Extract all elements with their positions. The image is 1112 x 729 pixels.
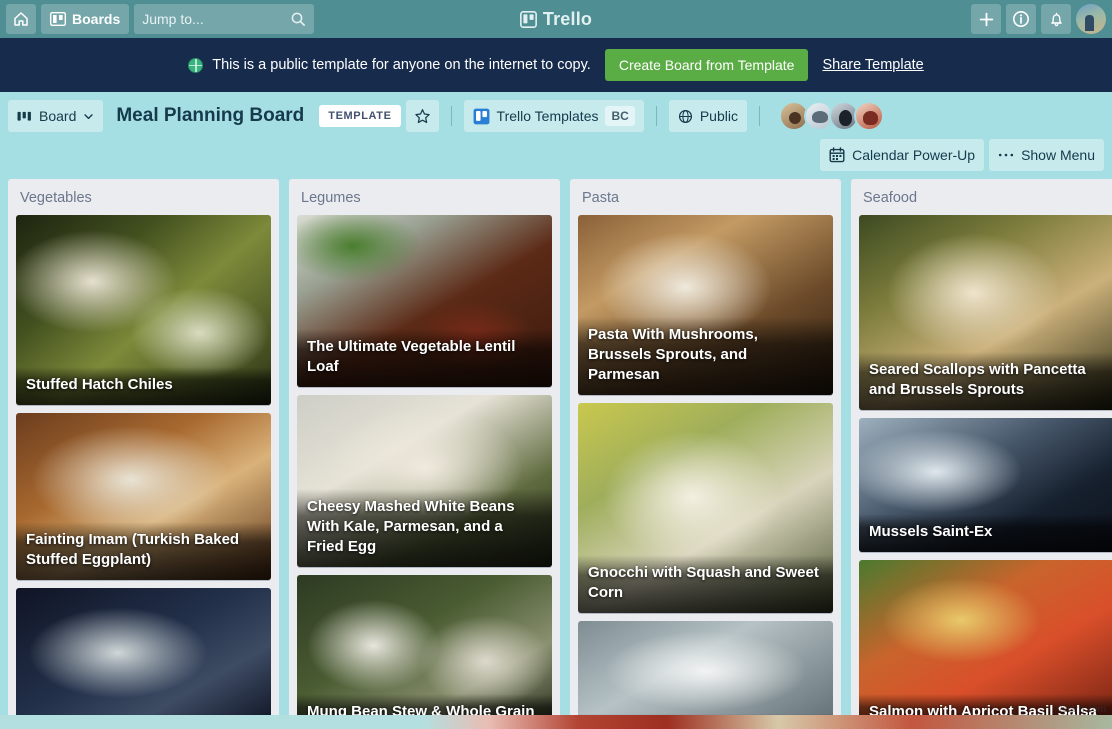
search-input[interactable]: Jump to... — [134, 4, 315, 34]
list-cards: Pasta With Mushrooms, Brussels Sprouts, … — [570, 215, 841, 729]
ellipsis-icon — [998, 153, 1014, 157]
home-icon — [14, 12, 28, 26]
board-header-row-primary: Board Meal Planning Board TEMPLATE Trell… — [8, 100, 1104, 132]
board-view-switcher[interactable]: Board — [8, 100, 104, 132]
list-cards: The Ultimate Vegetable Lentil Loaf Chees… — [289, 215, 560, 729]
page-bottom-bleed — [0, 715, 1112, 729]
card-title: Cheesy Mashed White Beans With Kale, Par… — [297, 489, 552, 567]
list-seafood[interactable]: Seafood Seared Scallops with Pancetta an… — [851, 179, 1112, 729]
card-title: Pasta With Mushrooms, Brussels Sprouts, … — [578, 317, 833, 395]
public-template-banner: This is a public template for anyone on … — [0, 38, 1112, 92]
boards-label: Boards — [72, 11, 121, 27]
board-members — [778, 101, 884, 131]
show-menu-label: Show Menu — [1021, 147, 1095, 163]
board-canvas[interactable]: Vegetables Stuffed Hatch Chiles Fainting… — [0, 171, 1112, 729]
share-template-link[interactable]: Share Template — [822, 57, 923, 73]
app-root: Boards Jump to... Trello This is a publi… — [0, 0, 1112, 729]
card[interactable]: Fainting Imam (Turkish Baked Stuffed Egg… — [16, 412, 271, 580]
card[interactable]: Mussels Saint-Ex — [859, 417, 1112, 553]
calendar-powerup-label: Calendar Power-Up — [852, 147, 976, 163]
visibility-button[interactable]: Public — [668, 100, 747, 132]
banner-message: This is a public template for anyone on … — [212, 57, 591, 73]
list-title[interactable]: Seafood — [851, 179, 1112, 215]
card-title: The Ultimate Vegetable Lentil Loaf — [297, 329, 552, 387]
top-nav-actions — [971, 4, 1106, 34]
card[interactable] — [16, 587, 271, 729]
bell-icon — [1050, 12, 1062, 26]
card-title: Stuffed Hatch Chiles — [16, 366, 271, 405]
card[interactable] — [578, 620, 833, 729]
card-title: Gnocchi with Squash and Sweet Corn — [578, 554, 833, 613]
list-legumes[interactable]: Legumes The Ultimate Vegetable Lentil Lo… — [289, 179, 560, 729]
workspace-button[interactable]: Trello Templates BC — [463, 100, 644, 132]
list-pasta[interactable]: Pasta Pasta With Mushrooms, Brussels Spr… — [570, 179, 841, 729]
card-cover-image — [16, 587, 271, 729]
board-header: Board Meal Planning Board TEMPLATE Trell… — [0, 92, 1112, 171]
chevron-down-icon — [84, 113, 94, 119]
card-title: Fainting Imam (Turkish Baked Stuffed Egg… — [16, 521, 271, 580]
calendar-powerup-button[interactable]: Calendar Power-Up — [820, 139, 985, 171]
board-view-icon — [17, 111, 31, 121]
list-title[interactable]: Vegetables — [8, 179, 279, 215]
watermark: vstarn.com — [1057, 704, 1106, 715]
card[interactable]: Stuffed Hatch Chiles — [16, 215, 271, 405]
star-icon — [414, 108, 430, 123]
board-icon — [50, 12, 66, 26]
card[interactable]: Cheesy Mashed White Beans With Kale, Par… — [297, 394, 552, 567]
info-button[interactable] — [1006, 4, 1036, 34]
plus-icon — [979, 12, 993, 26]
notifications-button[interactable] — [1041, 4, 1071, 34]
card[interactable]: The Ultimate Vegetable Lentil Loaf — [297, 215, 552, 387]
page-title: Meal Planning Board — [116, 105, 305, 126]
boards-button[interactable]: Boards — [41, 4, 130, 34]
search-icon — [291, 12, 306, 26]
header-divider-2 — [655, 106, 657, 126]
list-title[interactable]: Pasta — [570, 179, 841, 215]
top-navigation-bar: Boards Jump to... Trello — [0, 0, 1112, 38]
globe-icon — [678, 109, 692, 123]
board-view-label: Board — [39, 108, 77, 124]
workspace-label: Trello Templates — [496, 108, 599, 124]
trello-logo-icon — [519, 10, 537, 28]
header-divider — [450, 106, 452, 126]
app-title-text: Trello — [542, 8, 593, 29]
list-cards: Stuffed Hatch Chiles Fainting Imam (Turk… — [8, 215, 279, 729]
board-header-row-secondary: Calendar Power-Up Show Menu — [8, 139, 1104, 171]
card[interactable]: Gnocchi with Squash and Sweet Corn — [578, 402, 833, 613]
member-avatar[interactable] — [853, 101, 884, 131]
list-title[interactable]: Legumes — [289, 179, 560, 215]
list-vegetables[interactable]: Vegetables Stuffed Hatch Chiles Fainting… — [8, 179, 279, 729]
calendar-icon — [829, 147, 845, 163]
add-button[interactable] — [971, 4, 1001, 34]
trello-workspace-icon — [473, 108, 489, 124]
visibility-label: Public — [699, 108, 738, 124]
card[interactable]: Mung Bean Stew & Whole Grain — [297, 574, 552, 729]
card[interactable]: Seared Scallops with Pancetta and Brusse… — [859, 215, 1112, 410]
card[interactable]: Pasta With Mushrooms, Brussels Sprouts, … — [578, 215, 833, 395]
card-title: Seared Scallops with Pancetta and Brusse… — [859, 351, 1112, 410]
info-icon — [1013, 11, 1029, 27]
card-cover-image — [578, 620, 833, 729]
workspace-initials-badge: BC — [605, 106, 635, 126]
show-menu-button[interactable]: Show Menu — [989, 139, 1104, 171]
card-title: Mussels Saint-Ex — [859, 514, 1112, 553]
template-badge[interactable]: TEMPLATE — [319, 105, 401, 127]
list-cards: Seared Scallops with Pancetta and Brusse… — [851, 215, 1112, 729]
create-board-from-template-button[interactable]: Create Board from Template — [604, 49, 809, 81]
banner-message-group: This is a public template for anyone on … — [188, 57, 591, 73]
avatar[interactable] — [1076, 4, 1106, 34]
home-button[interactable] — [6, 4, 36, 34]
globe-icon — [188, 57, 204, 73]
header-divider-3 — [758, 106, 760, 126]
search-placeholder: Jump to... — [142, 11, 204, 27]
star-board-button[interactable] — [405, 100, 439, 132]
